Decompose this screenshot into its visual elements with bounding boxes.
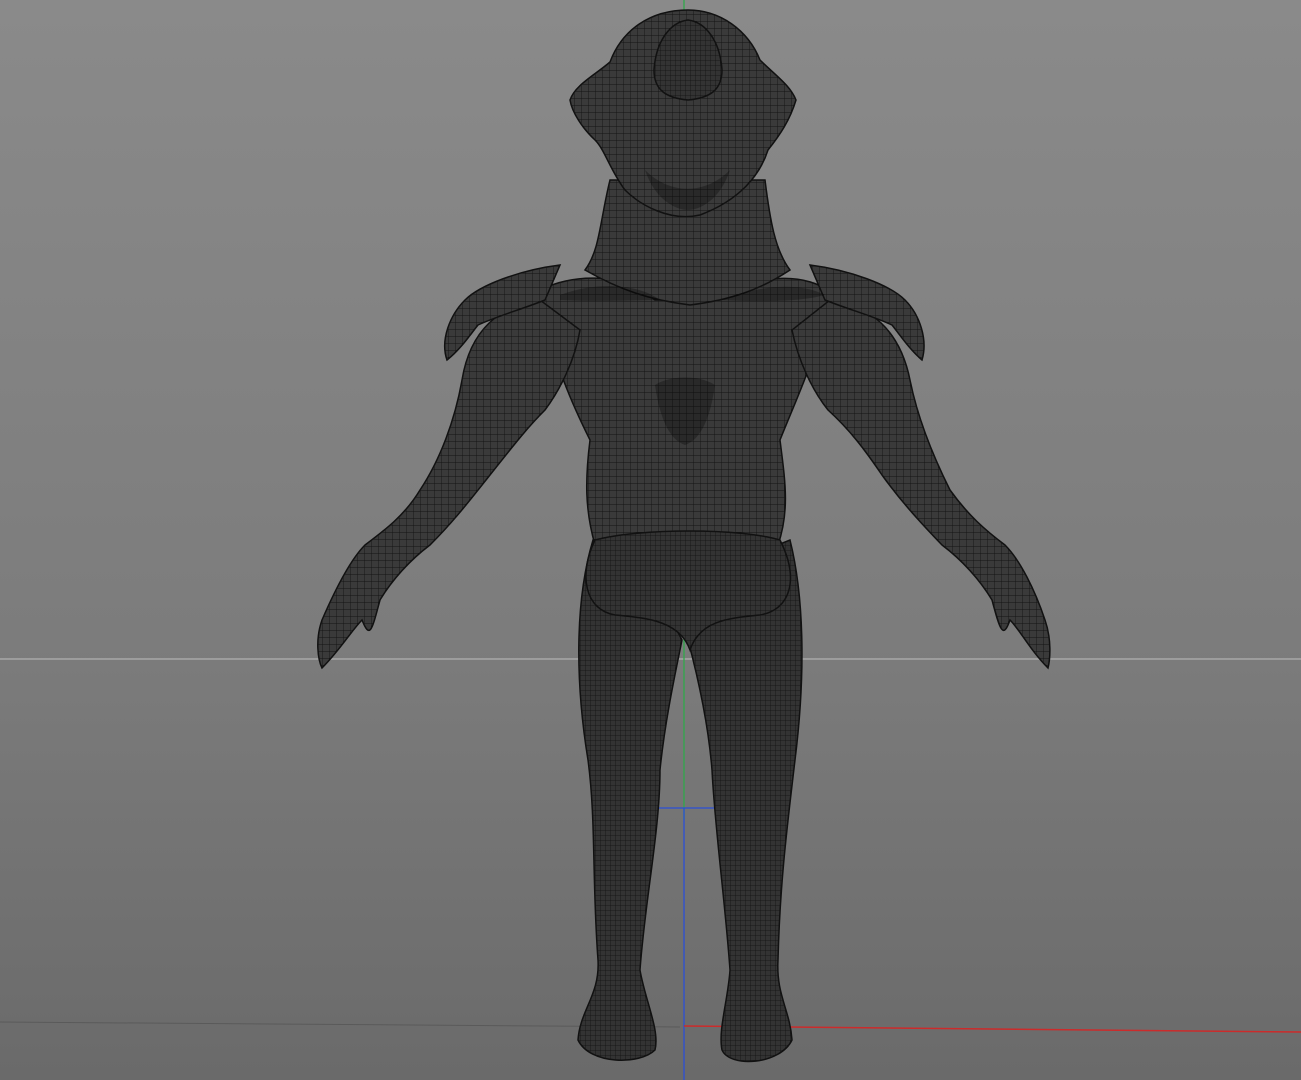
viewport-canvas[interactable] <box>0 0 1301 1080</box>
3d-viewport[interactable] <box>0 0 1301 1080</box>
ground-grid-line <box>0 1021 681 1028</box>
